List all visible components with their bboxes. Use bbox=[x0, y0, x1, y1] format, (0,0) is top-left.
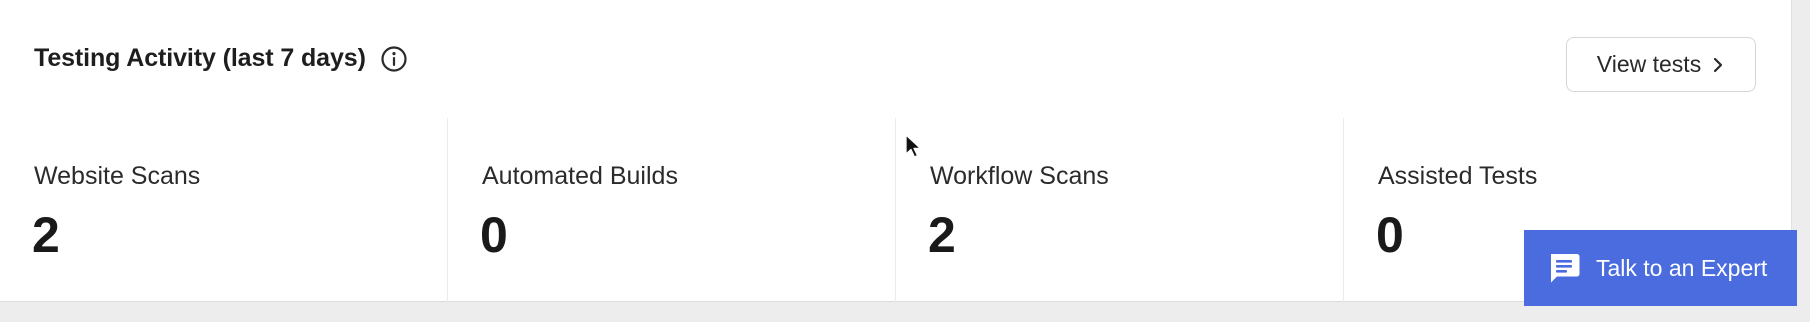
stat-label: Automated Builds bbox=[482, 162, 678, 190]
talk-to-expert-label: Talk to an Expert bbox=[1596, 254, 1768, 281]
stat-value: 0 bbox=[1376, 207, 1404, 263]
view-tests-button[interactable]: View tests bbox=[1566, 37, 1756, 92]
stat-label: Assisted Tests bbox=[1378, 162, 1538, 190]
mouse-cursor-icon bbox=[904, 134, 922, 165]
stat-value: 2 bbox=[32, 207, 60, 263]
stat-workflow-scans: Workflow Scans 2 bbox=[896, 118, 1344, 302]
talk-to-expert-button[interactable]: Talk to an Expert bbox=[1524, 230, 1797, 306]
stat-website-scans: Website Scans 2 bbox=[0, 118, 448, 302]
card-title: Testing Activity (last 7 days) bbox=[34, 44, 366, 72]
card-header: Testing Activity (last 7 days) bbox=[34, 44, 408, 73]
info-circle-icon[interactable] bbox=[380, 45, 408, 73]
stat-label: Website Scans bbox=[34, 162, 201, 190]
stat-automated-builds: Automated Builds 0 bbox=[448, 118, 896, 302]
view-tests-label: View tests bbox=[1596, 51, 1702, 77]
stat-value: 0 bbox=[480, 207, 508, 263]
chat-bubble-icon bbox=[1546, 250, 1582, 286]
stat-value: 2 bbox=[928, 207, 956, 263]
stat-label: Workflow Scans bbox=[930, 162, 1109, 190]
chevron-right-icon bbox=[1711, 56, 1725, 74]
